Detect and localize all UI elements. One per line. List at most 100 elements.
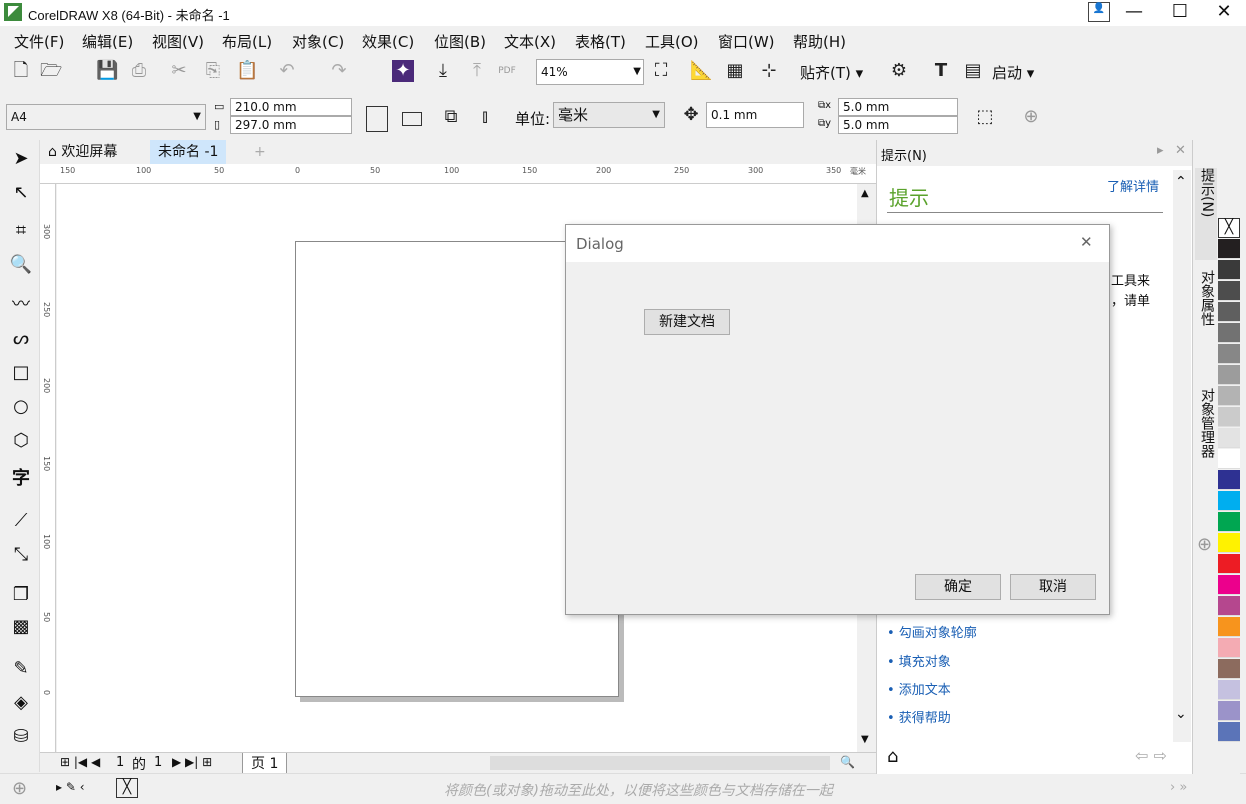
show-grid-icon[interactable]: ▦ — [724, 60, 746, 82]
color-swatch[interactable] — [1218, 617, 1240, 637]
scroll-down-icon[interactable]: ▼ — [861, 734, 869, 745]
color-swatch[interactable] — [1218, 323, 1240, 343]
color-swatch[interactable] — [1218, 680, 1240, 700]
menu-text[interactable]: 文本(X) — [504, 31, 556, 52]
docker-close-icon[interactable]: ✕ — [1175, 143, 1186, 158]
publish-pdf-icon[interactable]: PDF — [496, 60, 518, 82]
nudge-distance-field[interactable]: 0.1 mm — [706, 102, 804, 128]
color-swatch[interactable] — [1218, 491, 1240, 511]
link-outline-object[interactable]: • 勾画对象轮廓 — [887, 622, 977, 641]
tab-object-manager[interactable]: 对象管理器 — [1195, 388, 1217, 498]
text-tool-icon[interactable]: 字 — [8, 466, 34, 492]
color-swatch[interactable] — [1218, 449, 1240, 469]
horizontal-ruler[interactable]: 150 100 50 0 50 100 150 200 250 300 350 … — [40, 164, 876, 184]
tab-hints[interactable]: 提示(N) — [1195, 168, 1217, 260]
cut-icon[interactable]: ✂ — [168, 60, 190, 82]
crop-tool-icon[interactable]: ⌗ — [8, 218, 34, 244]
pick-tool-icon[interactable]: ➤ — [8, 146, 34, 172]
undo-icon[interactable]: ↶ — [276, 60, 298, 82]
rectangle-tool-icon[interactable]: □ — [8, 360, 34, 386]
add-docker-icon[interactable]: ⊕ — [1197, 534, 1212, 555]
link-add-text[interactable]: • 添加文本 — [887, 679, 951, 698]
landscape-icon[interactable] — [402, 112, 422, 126]
color-swatch[interactable] — [1218, 596, 1240, 616]
color-swatch[interactable] — [1218, 281, 1240, 301]
color-swatch[interactable] — [1218, 575, 1240, 595]
color-swatch[interactable] — [1218, 659, 1240, 679]
ellipse-tool-icon[interactable]: ○ — [8, 394, 34, 420]
snap-to-dropdown[interactable]: 贴齐(T) ▾ — [800, 62, 863, 83]
page-width-field[interactable]: 210.0 mm — [230, 98, 352, 116]
menu-table[interactable]: 表格(T) — [575, 31, 626, 52]
text-tool-icon[interactable]: T — [930, 60, 952, 82]
home-icon[interactable]: ⌂ — [887, 746, 898, 767]
color-swatch[interactable] — [1218, 470, 1240, 490]
minimize-button[interactable]: — — [1114, 0, 1154, 26]
connector-tool-icon[interactable]: ⤡ — [8, 542, 34, 568]
new-document-icon[interactable]: 🗋 — [10, 60, 32, 82]
show-rulers-icon[interactable]: 📐 — [690, 60, 712, 82]
launcher-icon[interactable]: ▤ — [962, 60, 984, 82]
no-fill-swatch[interactable]: ╳ — [1218, 218, 1240, 238]
show-guidelines-icon[interactable]: ⊹ — [758, 60, 780, 82]
menu-help[interactable]: 帮助(H) — [793, 31, 846, 52]
page-last-icon[interactable]: ▶ ▶| ⊞ — [172, 755, 212, 769]
import-icon[interactable]: ⤓ — [432, 60, 454, 82]
menu-file[interactable]: 文件(F) — [14, 31, 64, 52]
add-color-icon[interactable]: ⊕ — [12, 778, 27, 799]
vertical-ruler[interactable]: 300 250 200 150 100 50 0 — [40, 184, 56, 752]
page-first-icon[interactable]: ⊞ |◀ ◀ — [60, 755, 100, 769]
color-swatch[interactable] — [1218, 302, 1240, 322]
menu-object[interactable]: 对象(C) — [292, 31, 344, 52]
color-swatch[interactable] — [1218, 386, 1240, 406]
tab-object-properties[interactable]: 对象属性 — [1195, 270, 1217, 370]
tab-document[interactable]: 未命名 -1 — [150, 140, 227, 164]
close-button[interactable]: ✕ — [1204, 0, 1244, 26]
artistic-media-icon[interactable]: ᔕ — [8, 326, 34, 352]
palette-scroll-icon[interactable]: › » — [1170, 780, 1187, 795]
link-fill-object[interactable]: • 填充对象 — [887, 651, 951, 670]
export-icon[interactable]: ⤒ — [466, 60, 488, 82]
user-account-icon[interactable]: 👤 — [1088, 2, 1110, 22]
docker-collapse-icon[interactable]: ▸ — [1157, 143, 1164, 158]
color-swatch[interactable] — [1218, 260, 1240, 280]
tab-welcome[interactable]: ⌂ 欢迎屏幕 — [40, 140, 125, 164]
eyedropper-icon[interactable]: ✎ — [8, 656, 34, 682]
add-tab-button[interactable]: + — [246, 140, 274, 164]
dialog-close-button[interactable]: ✕ — [1080, 233, 1093, 251]
eyedropper-small-icon[interactable]: ▸ ✎ ‹ — [56, 780, 85, 794]
interactive-fill-icon[interactable]: ◈ — [8, 690, 34, 716]
color-swatch[interactable] — [1218, 701, 1240, 721]
new-document-button[interactable]: 新建文档 — [644, 309, 730, 335]
drop-shadow-icon[interactable]: ❐ — [8, 582, 34, 608]
menu-bitmaps[interactable]: 位图(B) — [434, 31, 486, 52]
paste-icon[interactable]: 📋 — [236, 60, 258, 82]
color-swatch[interactable] — [1218, 428, 1240, 448]
menu-view[interactable]: 视图(V) — [152, 31, 204, 52]
zoom-level-field[interactable]: 41% ▼ — [536, 59, 644, 85]
menu-tools[interactable]: 工具(O) — [645, 31, 699, 52]
zoom-one-shot-icon[interactable]: 🔍 — [840, 755, 855, 769]
color-swatch[interactable] — [1218, 239, 1240, 259]
smart-fill-icon[interactable]: ⛁ — [8, 724, 34, 750]
scroll-up-icon[interactable]: ⌃ — [1175, 174, 1187, 190]
shape-tool-icon[interactable]: ↖ — [8, 180, 34, 206]
color-swatch[interactable] — [1218, 638, 1240, 658]
horizontal-scrollbar[interactable] — [490, 756, 830, 770]
freehand-tool-icon[interactable]: 〰 — [8, 292, 34, 318]
color-swatch[interactable] — [1218, 554, 1240, 574]
scroll-down-icon[interactable]: ⌄ — [1175, 706, 1187, 722]
copy-icon[interactable]: ⎘ — [202, 60, 224, 82]
current-page-icon[interactable]: ⫾ — [474, 106, 496, 128]
parallel-dimension-icon[interactable]: ⟋ — [8, 508, 34, 534]
transparency-icon[interactable]: ▩ — [8, 614, 34, 640]
page-tab[interactable]: 页 1 — [242, 753, 288, 774]
color-swatch[interactable] — [1218, 533, 1240, 553]
polygon-tool-icon[interactable]: ⬡ — [8, 428, 34, 454]
no-color-swatch[interactable]: ╳ — [116, 778, 138, 798]
launch-dropdown[interactable]: 启动 ▾ — [992, 62, 1034, 83]
color-swatch[interactable] — [1218, 407, 1240, 427]
link-get-help[interactable]: • 获得帮助 — [887, 707, 951, 726]
open-folder-icon[interactable]: 🗁 — [40, 60, 62, 82]
redo-icon[interactable]: ↷ — [328, 60, 350, 82]
